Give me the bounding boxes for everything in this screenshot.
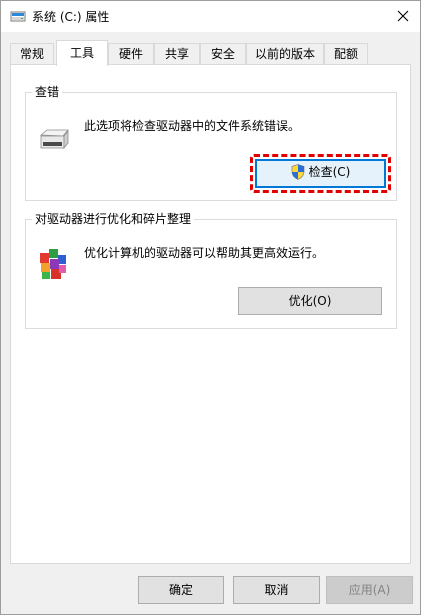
optimize-group: 对驱动器进行优化和碎片整理 优化计算机的驱动器可以帮助其更高效运行。 优化(O) xyxy=(25,212,397,329)
window-title: 系统 (C:) 属性 xyxy=(32,10,110,24)
tab-security[interactable]: 安全 xyxy=(200,43,246,65)
close-icon xyxy=(397,10,409,22)
check-button[interactable]: 检查(C) xyxy=(255,159,386,188)
properties-window: 系统 (C:) 属性 常规 工具 硬件 共享 安全 以前的版本 配额 查错 此选… xyxy=(0,0,421,615)
uac-shield-icon xyxy=(291,164,305,180)
apply-button[interactable]: 应用(A) xyxy=(326,576,413,604)
hard-drive-icon xyxy=(38,129,70,154)
defrag-icon xyxy=(38,245,68,284)
tab-hardware[interactable]: 硬件 xyxy=(108,43,154,65)
close-button[interactable] xyxy=(386,1,420,32)
tools-tab-panel: 查错 此选项将检查驱动器中的文件系统错误。 检查(C) 对驱动器进行优化和碎片整… xyxy=(10,64,411,564)
optimize-button[interactable]: 优化(O) xyxy=(238,287,382,315)
check-button-label: 检查(C) xyxy=(308,165,351,179)
optimize-description: 优化计算机的驱动器可以帮助其更高效运行。 xyxy=(84,246,325,260)
tab-strip: 常规 工具 硬件 共享 安全 以前的版本 配额 xyxy=(10,40,410,66)
tab-previous-versions[interactable]: 以前的版本 xyxy=(246,43,324,65)
error-check-group: 查错 此选项将检查驱动器中的文件系统错误。 检查(C) xyxy=(25,85,397,201)
title-bar[interactable]: 系统 (C:) 属性 xyxy=(1,1,420,32)
cancel-button[interactable]: 取消 xyxy=(233,576,320,604)
error-check-description: 此选项将检查驱动器中的文件系统错误。 xyxy=(84,119,301,133)
optimize-title: 对驱动器进行优化和碎片整理 xyxy=(32,212,195,227)
tab-tools[interactable]: 工具 xyxy=(56,40,108,66)
drive-icon xyxy=(10,10,26,24)
tab-quota[interactable]: 配额 xyxy=(324,43,368,65)
ok-button[interactable]: 确定 xyxy=(138,576,224,604)
tab-sharing[interactable]: 共享 xyxy=(154,43,200,65)
tab-general[interactable]: 常规 xyxy=(10,43,54,65)
error-check-title: 查错 xyxy=(32,85,63,100)
